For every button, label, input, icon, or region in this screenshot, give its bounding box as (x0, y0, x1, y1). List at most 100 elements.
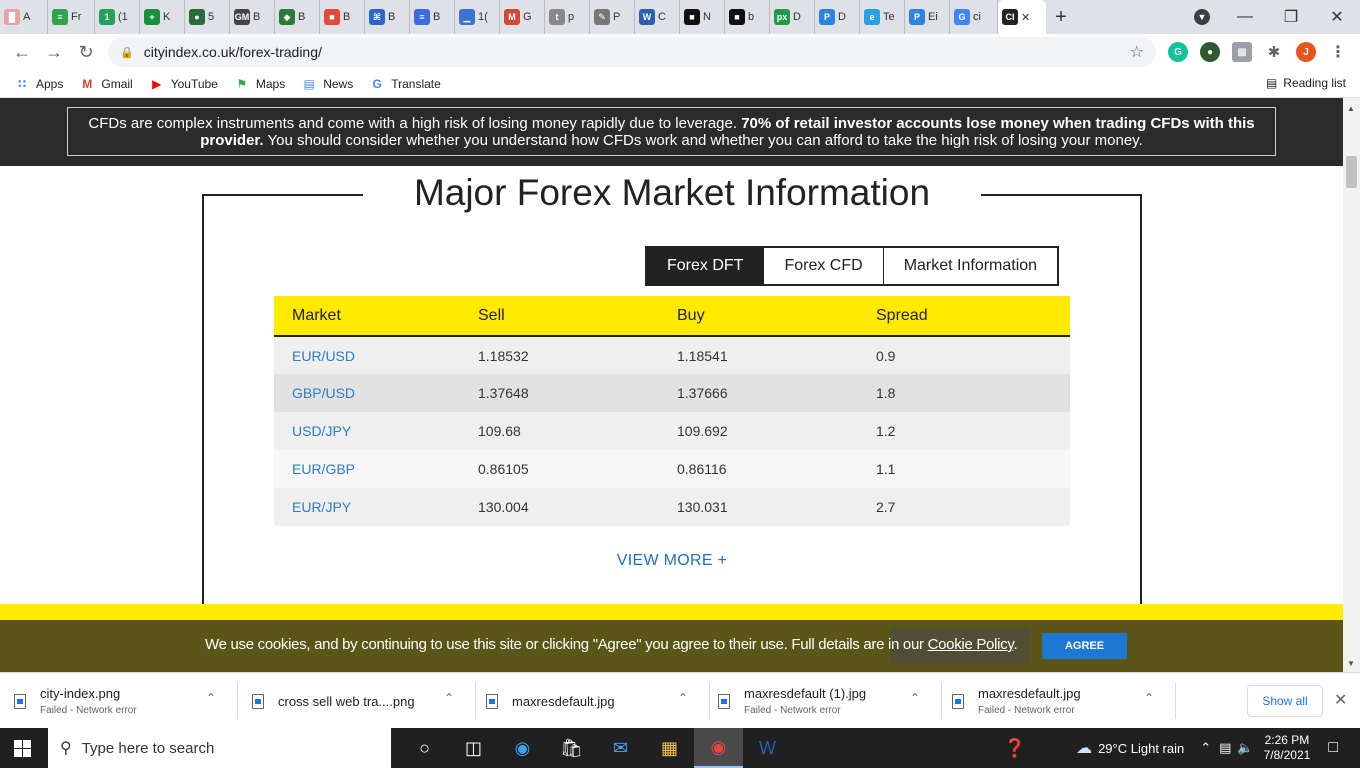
browser-tab[interactable]: GM B (230, 0, 275, 34)
close-window-icon[interactable]: ✕ (1314, 7, 1360, 27)
extension-icon[interactable]: ● (1200, 42, 1220, 62)
grammarly-extension-icon[interactable]: G (1168, 42, 1188, 62)
page-scrollbar[interactable]: ▲ ▼ (1343, 98, 1360, 672)
view-more-link[interactable]: VIEW MORE + (572, 552, 772, 570)
network-icon[interactable]: ▤ (1219, 740, 1231, 756)
back-arrow-icon[interactable]: ← (6, 42, 38, 63)
bookmark-translate[interactable]: G Translate (369, 77, 441, 91)
bookmark-youtube[interactable]: ▶ YouTube (149, 77, 218, 91)
windows-start-icon[interactable] (14, 740, 31, 757)
browser-tab[interactable]: PD (815, 0, 860, 34)
tab-search-icon[interactable]: ▼ (1194, 9, 1210, 25)
chevron-up-icon[interactable]: ⌃ (910, 691, 920, 705)
bookmark-news[interactable]: ▤ News (301, 77, 354, 91)
market-cell[interactable]: GBP/USD (274, 374, 460, 412)
word-icon[interactable]: W (743, 728, 792, 768)
browser-tab[interactable]: ⌘ B (365, 0, 410, 34)
edge-icon[interactable]: ◉ (498, 728, 547, 768)
browser-tab[interactable]: + K (140, 0, 185, 34)
chevron-up-icon[interactable]: ⌃ (678, 691, 688, 705)
bookmark-apps[interactable]: ∷ Apps (14, 77, 64, 91)
market-cell[interactable]: USD/JPY (274, 412, 460, 450)
menu-kebab-icon[interactable]: ⋮ (1328, 42, 1348, 62)
close-tab-icon[interactable]: ✕ (1021, 11, 1030, 24)
tab-forex-dft[interactable]: Forex DFT (647, 248, 765, 284)
page-viewport: CFDs are complex instruments and come wi… (0, 98, 1343, 672)
download-item[interactable]: maxresdefault.jpg ⌃ (486, 681, 704, 721)
browser-tab[interactable]: ≡ B (410, 0, 455, 34)
browser-tab[interactable]: ■ B (320, 0, 365, 34)
tab-favicon-icon: ■ (729, 9, 745, 25)
table-row: GBP/USD 1.37648 1.37666 1.8 (274, 374, 1070, 412)
taskbar-clock[interactable]: 2:26 PM 7/8/2021 (1264, 733, 1311, 763)
puzzle-extensions-icon[interactable]: ✱ (1264, 42, 1284, 62)
browser-tab[interactable]: ▁ 1( (455, 0, 500, 34)
browser-tab[interactable]: tp (545, 0, 590, 34)
extension-icon[interactable]: ▩ (1232, 42, 1252, 62)
task-view-icon[interactable]: ◫ (449, 728, 498, 768)
browser-tab[interactable]: P Ei (905, 0, 950, 34)
taskbar-search-box[interactable]: ⚲ Type here to search (48, 728, 391, 768)
mail-icon[interactable]: ✉ (596, 728, 645, 768)
tray-chevron-icon[interactable]: ⌃ (1200, 740, 1211, 756)
lock-icon[interactable]: 🔒 (120, 46, 134, 59)
tab-favicon-icon: ● (189, 9, 205, 25)
download-item[interactable]: maxresdefault (1).jpg Failed - Network er… (718, 681, 936, 721)
help-icon[interactable]: ❓ (1004, 738, 1026, 759)
download-item[interactable]: cross sell web tra....png ⌃ (252, 681, 470, 721)
browser-tab[interactable]: ◆ B (275, 0, 320, 34)
file-explorer-icon[interactable]: ▦ (645, 728, 694, 768)
restore-icon[interactable]: ❐ (1268, 7, 1314, 27)
browser-tab[interactable]: ■ N (680, 0, 725, 34)
minimize-icon[interactable]: — (1222, 8, 1268, 26)
show-all-downloads-button[interactable]: Show all (1247, 685, 1323, 717)
browser-tab[interactable]: px D (770, 0, 815, 34)
close-downloads-icon[interactable]: ✕ (1334, 690, 1347, 710)
bookmark-maps[interactable]: ⚑ Maps (234, 77, 285, 91)
cookie-policy-link[interactable]: Cookie Policy (928, 636, 1014, 653)
bookmark-icon: ⚑ (236, 76, 248, 91)
chevron-up-icon[interactable]: ⌃ (1144, 691, 1154, 705)
tab-market-information[interactable]: Market Information (883, 248, 1058, 284)
browser-tab[interactable]: ● 5 (185, 0, 230, 34)
address-bar[interactable]: 🔒 cityindex.co.uk/forex-trading/ ☆ (108, 37, 1156, 67)
download-item[interactable]: maxresdefault.jpg Failed - Network error ⌃ (952, 681, 1170, 721)
reload-icon[interactable]: ↻ (70, 42, 102, 63)
browser-tab[interactable]: ≡ Fr (48, 0, 95, 34)
tab-forex-cfd[interactable]: Forex CFD (764, 248, 884, 284)
bookmark-gmail[interactable]: M Gmail (79, 77, 132, 91)
weather-text[interactable]: 29°C Light rain (1098, 741, 1184, 756)
profile-avatar[interactable]: J (1296, 42, 1316, 62)
market-cell[interactable]: EUR/USD (274, 336, 460, 374)
bookmark-star-icon[interactable]: ☆ (1130, 42, 1144, 62)
browser-tab[interactable]: ✎ P (590, 0, 635, 34)
store-icon[interactable]: 🛍 (547, 728, 596, 768)
notifications-icon[interactable]: □ (1328, 739, 1338, 757)
cookie-agree-button[interactable]: AGREE (1042, 633, 1127, 659)
chevron-up-icon[interactable]: ⌃ (444, 691, 454, 705)
chrome-icon[interactable]: ◉ (694, 728, 743, 768)
spread-cell: 1.8 (876, 385, 896, 401)
reading-list-button[interactable]: ▤ Reading list (1266, 76, 1346, 90)
browser-tab[interactable]: WC (635, 0, 680, 34)
weather-icon[interactable]: ☁ (1076, 738, 1092, 758)
scroll-up-icon[interactable]: ▲ (1347, 104, 1355, 113)
browser-tab[interactable]: Gci (950, 0, 998, 34)
browser-tab-active[interactable]: CI ✕ (998, 0, 1046, 34)
chevron-up-icon[interactable]: ⌃ (206, 691, 216, 705)
download-item[interactable]: city-index.png Failed - Network error ⌃ (14, 681, 232, 721)
new-tab-button[interactable]: + (1046, 0, 1076, 34)
browser-tab[interactable]: e Te (860, 0, 905, 34)
bookmark-label: Maps (255, 76, 286, 91)
volume-icon[interactable]: 🔈 (1237, 740, 1253, 756)
forward-arrow-icon[interactable]: → (38, 42, 70, 63)
browser-tab[interactable]: 1 (1 (95, 0, 140, 34)
browser-tab[interactable]: MG (500, 0, 545, 34)
browser-tab[interactable]: █ A (0, 0, 48, 34)
market-cell[interactable]: EUR/GBP (274, 450, 460, 488)
browser-tab[interactable]: ■ b (725, 0, 770, 34)
scrollbar-thumb[interactable] (1346, 156, 1357, 188)
market-cell[interactable]: EUR/JPY (274, 488, 460, 526)
scroll-down-icon[interactable]: ▼ (1347, 659, 1355, 668)
cortana-icon[interactable]: ○ (400, 728, 449, 768)
